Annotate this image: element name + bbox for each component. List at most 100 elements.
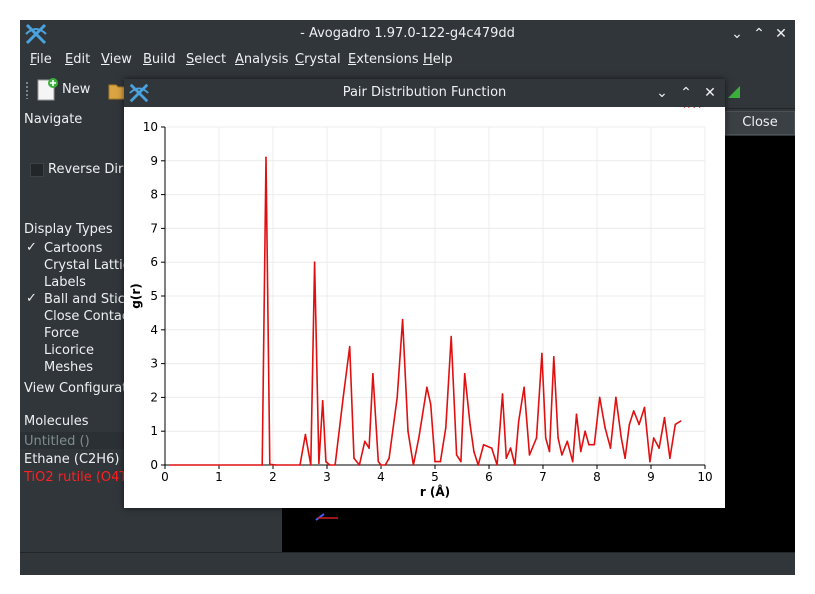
new-button[interactable]: New <box>36 78 96 102</box>
minimize-button[interactable]: ⌄ <box>726 23 748 45</box>
menu-file[interactable]: File <box>30 52 52 67</box>
dialog-close-button[interactable]: ✕ <box>699 82 721 104</box>
dialog-title-bar: Pair Distribution Function ⌄ ⌃ ✕ <box>124 79 725 107</box>
gr-data-point <box>304 433 307 436</box>
gr-data-point <box>505 457 508 460</box>
chart-ticks: 0 1 2 3 4 5 6 7 8 9 10 0 1 2 3 4 5 6 7 8 9 10 <box>143 120 713 484</box>
menu-analysis[interactable]: Analysis <box>235 52 289 67</box>
gr-data-point <box>643 406 646 409</box>
menu-build[interactable]: Build <box>143 52 176 67</box>
molecules-heading: Molecules <box>24 414 89 429</box>
gr-data-point <box>313 261 316 263</box>
gr-data-point <box>490 447 493 449</box>
toolbar-grip-icon[interactable] <box>25 81 29 99</box>
close-window-button[interactable]: ✕ <box>770 23 792 45</box>
gr-data-point <box>372 372 374 375</box>
display-type-meshes[interactable]: Meshes <box>44 360 93 375</box>
close-button[interactable]: Close <box>725 111 795 135</box>
x-tick-label: 5 <box>431 470 439 484</box>
gr-data-point <box>663 416 666 419</box>
gr-data-point <box>652 437 655 439</box>
x-tick-label: 1 <box>215 470 223 484</box>
gr-data-point <box>548 450 551 453</box>
gr-data-point <box>463 372 466 375</box>
gr-data-point <box>698 106 701 108</box>
ball-and-stick-check-icon[interactable]: ✓ <box>26 291 37 306</box>
gr-data-point <box>561 454 563 456</box>
y-tick-label: 0 <box>150 458 158 472</box>
reverse-direction-checkbox[interactable] <box>30 163 44 177</box>
gr-data-point <box>429 403 432 405</box>
window-title: - Avogadro 1.97.0-122-g4c479dd <box>300 26 515 41</box>
gr-data-point <box>528 454 531 456</box>
y-tick-label: 7 <box>150 221 158 235</box>
gr-data-point <box>401 318 404 321</box>
molecule-item-tio2-rutile[interactable]: TiO2 rutile (O4Ti2 <box>24 470 139 485</box>
x-tick-label: 10 <box>697 470 712 484</box>
gr-data-point <box>321 399 324 402</box>
cartoons-check-icon[interactable]: ✓ <box>26 240 37 255</box>
gr-data-point <box>334 464 336 466</box>
gr-data-point <box>693 106 695 108</box>
gr-data-point <box>620 437 623 439</box>
y-tick-label: 5 <box>150 289 158 303</box>
pdf-dialog: Pair Distribution Function ⌄ ⌃ ✕ 0 1 2 3 4 5 6… <box>124 79 725 508</box>
gr-data-point <box>541 352 543 355</box>
menu-edit[interactable]: Edit <box>65 52 90 67</box>
gr-data-point <box>604 427 606 429</box>
menu-select[interactable]: Select <box>186 52 226 67</box>
x-tick-label: 3 <box>323 470 331 484</box>
display-type-licorice[interactable]: Licorice <box>44 343 94 358</box>
display-type-labels[interactable]: Labels <box>44 275 86 290</box>
maximize-button[interactable]: ⌃ <box>748 23 770 45</box>
gr-data-point <box>377 460 380 463</box>
menu-crystal[interactable]: Crystal <box>295 52 341 67</box>
menu-help[interactable]: Help <box>423 52 453 67</box>
dialog-minimize-button[interactable]: ⌄ <box>651 82 673 104</box>
gr-data-point <box>566 440 569 443</box>
gr-data-point <box>412 464 415 466</box>
pdf-chart: 0 1 2 3 4 5 6 7 8 9 10 0 1 2 3 4 5 6 7 8 9 10 r (Å) g(r) <box>124 106 725 508</box>
y-tick-label: 6 <box>150 255 158 269</box>
gr-data-point <box>649 460 651 463</box>
gr-data-point <box>575 413 578 416</box>
axis-indicator-icon <box>315 513 338 521</box>
status-bar <box>20 552 795 575</box>
gr-data-point <box>501 393 504 395</box>
gr-data-point <box>473 450 475 453</box>
menu-view[interactable]: View <box>101 52 132 67</box>
molecule-item-ethane[interactable]: Ethane (C2H6) <box>24 452 119 467</box>
gr-data-point <box>553 356 555 358</box>
gr-data-point <box>353 457 355 460</box>
pdf-chart-svg: 0 1 2 3 4 5 6 7 8 9 10 0 1 2 3 4 5 6 7 8 9 10 r (Å) g(r) <box>129 106 713 499</box>
gr-data-point <box>396 396 399 399</box>
display-type-cartoons[interactable]: Cartoons <box>44 241 102 256</box>
gr-data-point <box>544 437 547 439</box>
gr-data-point <box>310 464 312 466</box>
y-tick-label: 10 <box>143 120 158 134</box>
y-tick-label: 9 <box>150 154 158 168</box>
gr-data-point <box>418 437 420 439</box>
gr-data-point <box>261 464 263 466</box>
x-tick-label: 7 <box>539 470 547 484</box>
gr-data-point <box>407 430 409 433</box>
dialog-title: Pair Distribution Function <box>342 85 507 100</box>
gr-data-point <box>384 464 387 466</box>
gr-data-point <box>584 430 586 433</box>
gr-data-point <box>368 447 370 449</box>
dialog-maximize-button[interactable]: ⌃ <box>675 82 697 104</box>
display-type-force[interactable]: Force <box>44 326 79 341</box>
gr-data-point <box>523 386 525 389</box>
display-type-ball-and-stick[interactable]: Ball and Stick <box>44 292 132 307</box>
gr-data-point <box>638 423 640 426</box>
tool-icon[interactable] <box>726 82 742 100</box>
navigate-heading: Navigate <box>24 112 83 127</box>
molecule-item-untitled[interactable]: Untitled () <box>24 434 90 449</box>
gr-data-point <box>328 464 331 466</box>
gr-data-point <box>265 156 267 159</box>
x-tick-label: 2 <box>269 470 277 484</box>
menu-extensions[interactable]: Extensions <box>348 52 419 67</box>
gr-data-point <box>364 440 366 443</box>
gr-data-point <box>580 450 582 453</box>
gr-data-point <box>593 443 596 446</box>
